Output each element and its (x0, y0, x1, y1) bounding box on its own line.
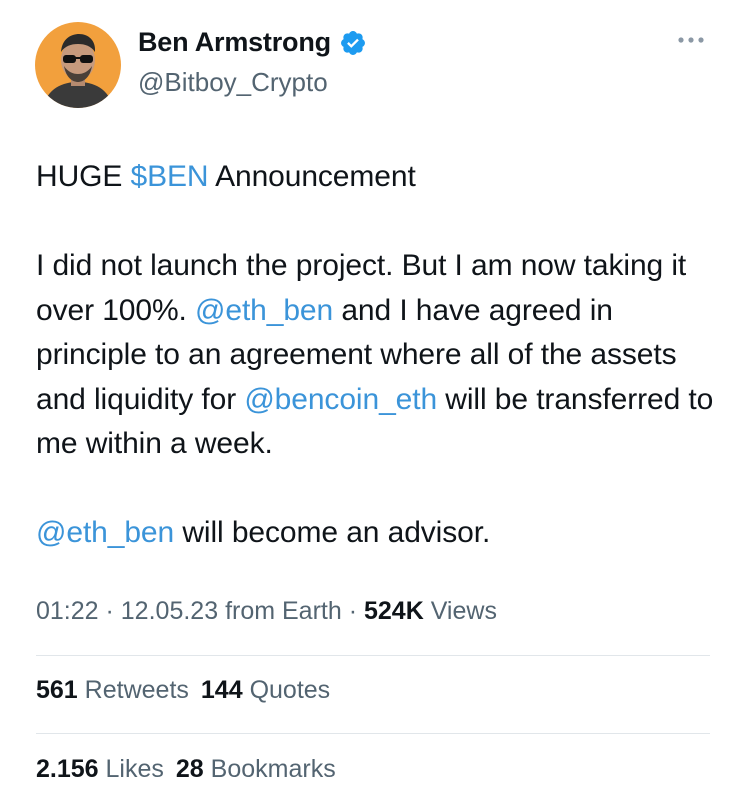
retweets-label: Retweets (84, 676, 189, 704)
avatar[interactable] (35, 22, 121, 108)
mention-link-eth-ben[interactable]: @eth_ben (195, 294, 333, 327)
stats-row-shares: 561 Retweets 144 Quotes (36, 676, 342, 705)
text-segment: will become an advisor. (174, 516, 491, 549)
tweet-paragraph-1: HUGE $BEN Announcement (36, 155, 716, 200)
tweet-meta: 01:22 · 12.05.23 from Earth · 524K Views (36, 597, 497, 626)
cashtag-link[interactable]: $BEN (131, 160, 209, 193)
meta-separator: · (98, 597, 121, 625)
quotes-count: 144 (200, 676, 243, 704)
tweet-text: HUGE $BEN Announcement I did not launch … (36, 155, 716, 556)
text-segment: HUGE (36, 160, 131, 193)
author-display-name[interactable]: Ben Armstrong (138, 27, 331, 58)
views-count: 524K (363, 597, 424, 625)
quotes-stat[interactable]: 144 Quotes (201, 676, 330, 704)
text-segment: Announcement (208, 160, 416, 193)
tweet-source: from Earth (225, 597, 342, 625)
verified-badge-icon (339, 29, 367, 57)
bookmarks-stat[interactable]: 28 Bookmarks (176, 755, 336, 783)
retweets-stat[interactable]: 561 Retweets (36, 676, 189, 704)
avatar-image (35, 22, 121, 108)
tweet-date[interactable]: 12.05.23 (121, 597, 218, 625)
stats-row-engagement: 2.156 Likes 28 Bookmarks (36, 755, 348, 784)
bookmarks-count: 28 (175, 755, 204, 783)
quotes-label: Quotes (249, 676, 331, 704)
likes-stat[interactable]: 2.156 Likes (36, 755, 164, 783)
tweet-paragraph-3: @eth_ben will become an advisor. (36, 511, 716, 556)
views-label: Views (430, 597, 497, 625)
meta-separator: · (341, 597, 364, 625)
tweet-paragraph-2: I did not launch the project. But I am n… (36, 244, 716, 467)
more-options-button[interactable] (671, 30, 711, 50)
retweets-count: 561 (36, 676, 78, 704)
more-dots-icon (678, 37, 704, 43)
bookmarks-label: Bookmarks (210, 755, 336, 783)
mention-link-bencoin-eth[interactable]: @bencoin_eth (244, 383, 437, 416)
tweet-time[interactable]: 01:22 (36, 597, 99, 625)
author-handle[interactable]: @Bitboy_Crypto (138, 67, 328, 98)
divider (36, 733, 710, 734)
likes-count: 2.156 (36, 755, 99, 783)
divider (36, 655, 710, 656)
author-name-row: Ben Armstrong (138, 27, 367, 58)
likes-label: Likes (105, 755, 164, 783)
mention-link-eth-ben[interactable]: @eth_ben (36, 516, 174, 549)
